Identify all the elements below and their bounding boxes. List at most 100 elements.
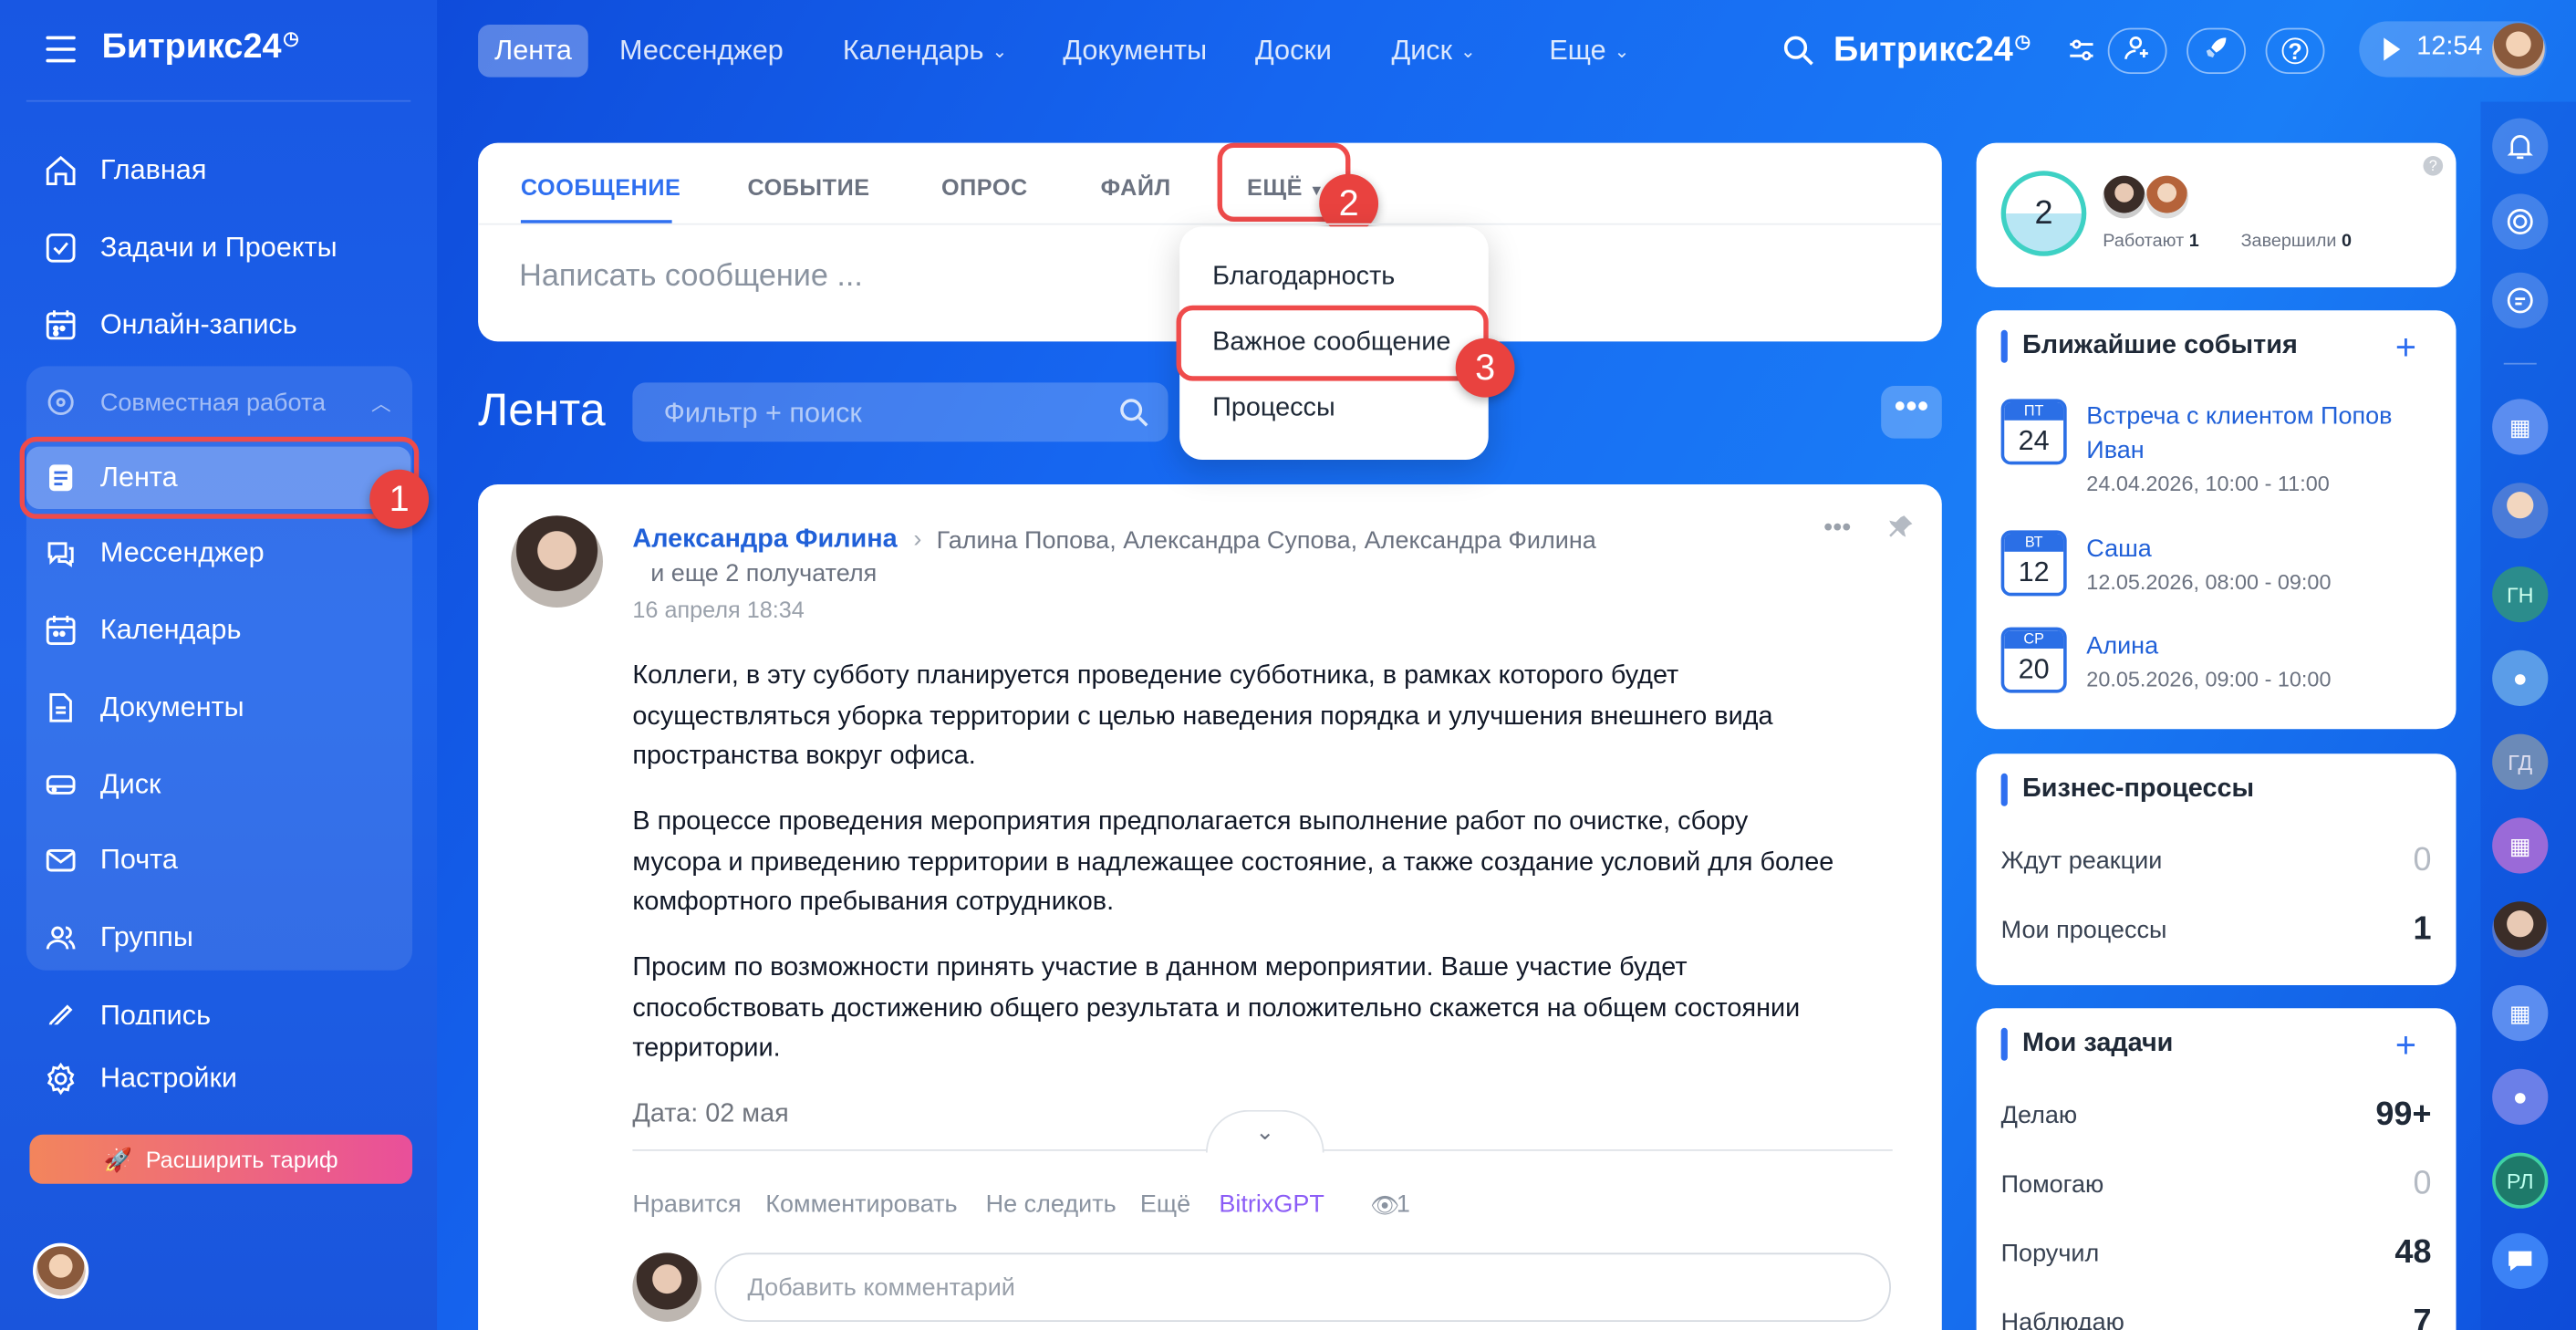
top-tab-more[interactable]: Еще ⌄ xyxy=(1532,25,1646,78)
composer-tab-message[interactable]: СООБЩЕНИЕ xyxy=(521,174,680,201)
add-user-button[interactable] xyxy=(2107,27,2167,74)
task-row-label[interactable]: Делаю xyxy=(2001,1102,2077,1130)
message-input[interactable]: Написать сообщение ... xyxy=(519,259,863,296)
rail-initials-rl[interactable]: РЛ xyxy=(2492,1152,2549,1209)
event-item[interactable]: Саша 12.05.2026, 08:00 - 09:00 xyxy=(2086,532,2431,595)
post-menu-icon[interactable]: ••• xyxy=(1823,514,1851,543)
users-icon xyxy=(43,920,79,956)
top-tab-messenger[interactable]: Мессенджер xyxy=(603,25,800,78)
chat-sync-icon[interactable] xyxy=(2492,272,2549,328)
post-recipients[interactable]: Галина Попова, Александра Супова, Алекса… xyxy=(937,527,1596,556)
bell-icon[interactable] xyxy=(2492,118,2549,174)
chat-bubble-icon[interactable] xyxy=(2492,1232,2549,1289)
search-icon xyxy=(1118,398,1149,437)
sidebar-item-home[interactable]: Главная xyxy=(26,140,410,202)
target-icon[interactable] xyxy=(2492,193,2549,250)
chat-icon xyxy=(43,535,79,572)
sidebar-item-calendar[interactable]: Календарь xyxy=(26,599,410,661)
finished-avatar[interactable] xyxy=(2145,175,2188,219)
group-chat-icon[interactable]: ● xyxy=(2492,649,2549,706)
search-icon[interactable] xyxy=(1782,35,1815,76)
add-task-icon[interactable]: + xyxy=(2395,1024,2416,1067)
help-button[interactable]: ? xyxy=(2265,27,2325,74)
sidebar-item-mail[interactable]: Почта xyxy=(26,829,410,891)
calendar-chat-icon[interactable]: ▦ xyxy=(2492,817,2549,874)
calendar-icon xyxy=(43,612,79,649)
sidebar-item-disk[interactable]: Диск xyxy=(26,753,410,816)
task-row-label[interactable]: Поручил xyxy=(2001,1240,2100,1268)
author-avatar[interactable] xyxy=(511,515,603,608)
composer-tab-event[interactable]: СОБЫТИЕ xyxy=(747,174,869,201)
composer-tab-poll[interactable]: ОПРОС xyxy=(941,174,1028,201)
feed-more-button[interactable]: ••• xyxy=(1881,386,1942,439)
sliders-icon[interactable] xyxy=(2067,36,2096,74)
sidebar: Битрикс24 ◷ Главная Задачи и Проекты Онла… xyxy=(0,0,438,1330)
task-row-value: 7 xyxy=(2413,1304,2432,1330)
comment-link[interactable]: Комментировать xyxy=(765,1190,957,1219)
logo[interactable]: Битрикс24 ◷ xyxy=(102,28,299,68)
chevron-down-icon: ⌄ xyxy=(1460,41,1476,62)
feed-icon xyxy=(43,460,79,496)
bitrixgpt-link[interactable]: BitrixGPT xyxy=(1219,1190,1324,1219)
rail-avatar[interactable] xyxy=(2492,901,2549,958)
sidebar-item-messenger[interactable]: Мессенджер xyxy=(26,522,410,584)
menu-icon[interactable] xyxy=(46,36,76,63)
upgrade-button[interactable]: 🚀 Расширить тариф xyxy=(29,1134,413,1184)
sidebar-group-collab[interactable]: Совместная работа ︿ xyxy=(26,371,410,433)
bp-row-label[interactable]: Ждут реакции xyxy=(2001,847,2163,876)
calendar-chat-icon[interactable]: ▦ xyxy=(2492,399,2549,455)
add-event-icon[interactable]: + xyxy=(2395,327,2416,369)
event-date-icon: ВТ 12 xyxy=(2000,530,2067,597)
composer-tab-file[interactable]: ФАЙЛ xyxy=(1101,174,1171,201)
like-link[interactable]: Нравится xyxy=(632,1190,741,1219)
calendar-chat-icon[interactable]: ▦ xyxy=(2492,985,2549,1042)
menu-item-gratitude[interactable]: Благодарность xyxy=(1212,263,1395,292)
sidebar-item-documents[interactable]: Документы xyxy=(26,677,410,739)
sidebar-item-settings[interactable]: Настройки xyxy=(26,1047,410,1109)
more-link[interactable]: Ещё xyxy=(1140,1190,1190,1219)
post-recipients-more[interactable]: и еще 2 получателя xyxy=(650,560,877,588)
sidebar-item-booking[interactable]: Онлайн-запись xyxy=(26,294,410,356)
sidebar-item-groups[interactable]: Группы xyxy=(26,907,410,969)
unfollow-link[interactable]: Не следить xyxy=(986,1190,1117,1219)
top-tab-feed[interactable]: Лента xyxy=(478,25,588,78)
sidebar-item-feed[interactable]: Лента xyxy=(26,447,410,509)
group-chat-icon[interactable]: ● xyxy=(2492,1068,2549,1125)
commenter-avatar xyxy=(632,1252,702,1322)
bp-row-label[interactable]: Мои процессы xyxy=(2001,916,2167,944)
rail-initials-gd[interactable]: ГД xyxy=(2492,733,2549,790)
sidebar-item-tasks[interactable]: Задачи и Проекты xyxy=(26,217,410,279)
user-avatar[interactable] xyxy=(33,1242,89,1299)
task-row-label[interactable]: Наблюдаю xyxy=(2001,1309,2124,1330)
profile-avatar[interactable] xyxy=(2492,23,2545,76)
disk-icon xyxy=(43,767,79,804)
event-item[interactable]: Алина 20.05.2026, 09:00 - 10:00 xyxy=(2086,629,2431,691)
post-author[interactable]: Александра Филина xyxy=(632,525,897,555)
play-icon xyxy=(2384,37,2401,61)
task-row-label[interactable]: Помогаю xyxy=(2001,1170,2104,1199)
rocket-button[interactable] xyxy=(2186,27,2246,74)
task-row-value: 0 xyxy=(2413,1166,2432,1202)
add-user-icon xyxy=(2124,34,2151,68)
post-date[interactable]: 16 апреля 18:34 xyxy=(632,596,804,622)
top-tab-documents[interactable]: Документы xyxy=(1046,25,1223,78)
rail-divider xyxy=(2503,362,2537,365)
menu-item-processes[interactable]: Процессы xyxy=(1212,394,1335,423)
event-item[interactable]: Встреча с клиентом Попов Иван 24.04.2026,… xyxy=(2086,399,2431,496)
brand-logo: Битрикс24 ◷ xyxy=(1833,31,2031,69)
events-title: Ближайшие события xyxy=(2022,331,2298,360)
working-avatar[interactable] xyxy=(2103,175,2146,219)
top-tab-calendar[interactable]: Календарь ⌄ xyxy=(826,25,1023,78)
filter-search-input[interactable]: Фильтр + поиск xyxy=(632,382,1169,442)
worktime-counter[interactable]: 2 xyxy=(2000,171,2087,256)
top-tab-boards[interactable]: Доски xyxy=(1239,25,1348,78)
top-tab-disk[interactable]: Диск ⌄ xyxy=(1375,25,1491,78)
rail-initials-gn[interactable]: ГН xyxy=(2492,566,2549,623)
comment-input[interactable]: Добавить комментарий xyxy=(714,1252,1891,1322)
finished-label: Завершили 0 xyxy=(2240,231,2353,252)
tasks-title: Мои задачи xyxy=(2022,1029,2174,1058)
rail-avatar[interactable] xyxy=(2492,483,2549,539)
pin-icon[interactable] xyxy=(1887,514,1914,548)
help-icon[interactable]: ? xyxy=(2423,156,2444,176)
sidebar-item-sign[interactable]: Подпись xyxy=(26,985,410,1025)
